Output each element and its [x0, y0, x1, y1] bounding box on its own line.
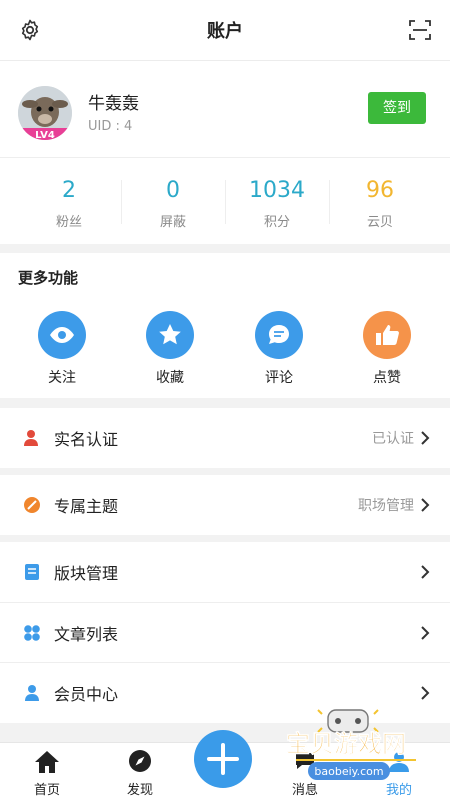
page-title: 账户: [207, 21, 243, 42]
stat-label: 粉丝: [55, 215, 82, 230]
row-label: 版块管理: [54, 564, 119, 583]
row-board-manage[interactable]: 版块管理: [0, 542, 450, 602]
tab-label: 发现: [126, 783, 153, 798]
stat-label: 积分: [263, 215, 290, 230]
watermark-url: baobeiy.com: [314, 765, 383, 778]
home-icon: [35, 751, 59, 773]
member-icon: [25, 685, 39, 701]
row-value: 已认证: [372, 431, 414, 447]
func-like[interactable]: 点赞: [347, 311, 427, 387]
user-id: UID : 4: [88, 119, 133, 134]
chevron-right-icon: [421, 498, 430, 512]
func-follow[interactable]: 关注: [22, 311, 102, 387]
row-theme[interactable]: 专属主题 职场管理: [0, 475, 450, 535]
row-label: 专属主题: [54, 497, 119, 516]
stat-yunbei[interactable]: 96 云贝: [324, 158, 436, 244]
stat-value: 0: [166, 178, 180, 203]
star-icon: [146, 311, 194, 359]
func-label: 评论: [265, 370, 293, 386]
comment-icon: [255, 311, 303, 359]
grid-icon: [24, 625, 40, 641]
chevron-right-icon: [421, 431, 430, 445]
tab-label: 首页: [33, 783, 60, 798]
avatar[interactable]: LV4: [18, 86, 72, 140]
func-favorite[interactable]: 收藏: [130, 311, 210, 387]
tab-home[interactable]: 首页: [12, 743, 82, 801]
stat-label: 云贝: [366, 215, 393, 230]
user-verify-icon: [24, 430, 38, 446]
row-value: 职场管理: [358, 498, 414, 514]
func-comment[interactable]: 评论: [239, 311, 319, 387]
row-article-list[interactable]: 文章列表: [0, 603, 450, 663]
chevron-right-icon: [421, 686, 430, 700]
row-label: 实名认证: [54, 430, 119, 449]
plus-icon: [207, 743, 239, 775]
signin-button[interactable]: 签到: [368, 92, 426, 124]
func-label: 关注: [48, 370, 76, 386]
theme-icon: [24, 497, 40, 513]
thumbs-up-icon: [363, 311, 411, 359]
section-title: 更多功能: [18, 269, 79, 287]
board-icon: [25, 564, 39, 580]
profile-card[interactable]: LV4 牛轰轰 UID : 4 签到: [0, 60, 450, 157]
func-label: 点赞: [373, 370, 401, 386]
watermark-logo: 宝贝游戏网 baobeiy.com: [286, 709, 416, 780]
watermark-text: 宝贝游戏网: [286, 730, 406, 758]
chevron-right-icon: [421, 626, 430, 640]
user-name: 牛轰轰: [88, 94, 139, 114]
stat-value: 2: [62, 178, 76, 203]
add-post-button[interactable]: [194, 730, 252, 788]
level-badge: LV4: [35, 130, 55, 140]
row-label: 会员中心: [54, 685, 119, 704]
watermark: 宝贝游戏网 baobeiy.com: [278, 708, 448, 788]
more-functions-section: 更多功能 关注 收藏 评论 点赞: [0, 253, 450, 398]
stat-value: 96: [366, 178, 394, 203]
stat-value: 1034: [249, 178, 305, 203]
stat-label: 屏蔽: [159, 215, 186, 230]
eye-icon: [38, 311, 86, 359]
scan-icon[interactable]: [408, 18, 432, 42]
row-label: 文章列表: [54, 625, 119, 644]
stat-blocked[interactable]: 0 屏蔽: [117, 158, 229, 244]
stat-fans[interactable]: 2 粉丝: [13, 158, 125, 244]
func-label: 收藏: [156, 370, 184, 386]
stats-bar: 2 粉丝 0 屏蔽 1034 积分 96 云贝: [0, 157, 450, 244]
avatar-image: LV4: [18, 86, 72, 140]
chevron-right-icon: [421, 565, 430, 579]
stat-points[interactable]: 1034 积分: [221, 158, 333, 244]
row-real-name[interactable]: 实名认证 已认证: [0, 408, 450, 468]
compass-icon: [129, 750, 151, 772]
tab-discover[interactable]: 发现: [105, 743, 175, 801]
top-bar: 账户: [0, 0, 450, 60]
